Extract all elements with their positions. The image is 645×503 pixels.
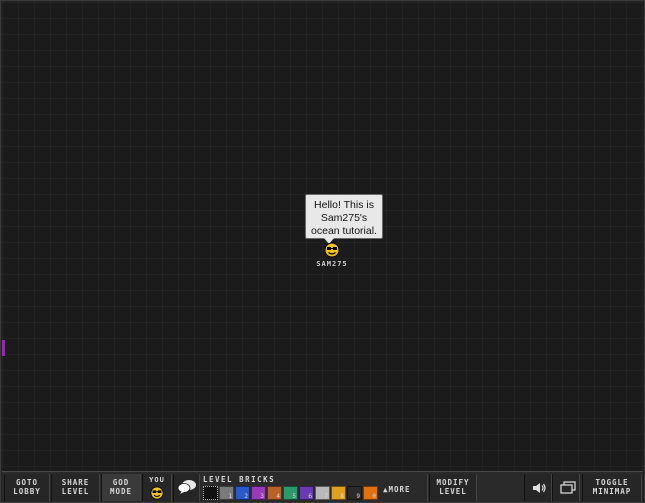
brick-slot-6[interactable]: 6 (299, 486, 314, 500)
god-mode-line1: GOD (112, 478, 130, 487)
goto-lobby-button[interactable]: GOTO LOBBY (4, 474, 50, 501)
chat-bubbles-icon (177, 480, 196, 494)
modify-level-line2: LEVEL (439, 487, 467, 496)
brick-slot-7[interactable]: 7 (315, 486, 330, 500)
level-bricks-label: LEVEL BRICKS (203, 475, 276, 484)
modify-level-line1: MODIFY (436, 478, 470, 487)
speech-line-3: ocean tutorial. (311, 225, 377, 237)
brick-hotkey-label: 4 (276, 493, 280, 500)
brick-hotkey-label: 5 (292, 493, 296, 500)
brick-hotkey-label: 7 (324, 493, 328, 500)
god-mode-line2: MODE (109, 487, 133, 496)
god-mode-button[interactable]: GOD MODE (101, 474, 141, 501)
player-name: SAM275 (316, 260, 348, 268)
brick-slot-4[interactable]: 4 (267, 486, 282, 500)
brick-hotkey-label: 0 (372, 493, 376, 500)
goto-lobby-line2: LOBBY (13, 487, 41, 496)
toggle-minimap-line2: MINIMAP (592, 487, 632, 496)
brick-hotkey-label: 2 (244, 493, 248, 500)
more-bricks-button[interactable]: ▲MORE (383, 485, 411, 494)
brick-slot-2[interactable]: 2 (235, 486, 250, 500)
toggle-minimap-button[interactable]: TOGGLE MINIMAP (582, 474, 642, 501)
level-area[interactable]: Hello! This is Sam275's ocean tutorial. … (2, 2, 643, 471)
brick-hotkey-label: 6 (308, 493, 312, 500)
edge-marker (2, 340, 5, 356)
fullscreen-toggle-button[interactable] (552, 474, 580, 501)
goto-lobby-line1: GOTO (15, 478, 39, 487)
share-level-line2: LEVEL (61, 487, 90, 496)
more-label: MORE (388, 485, 411, 494)
brick-hotkey-label: 3 (260, 493, 264, 500)
sound-toggle-button[interactable] (524, 474, 552, 501)
speech-line-2: Sam275's (320, 212, 368, 224)
window-icon (560, 481, 576, 494)
modify-level-button[interactable]: MODIFY LEVEL (429, 474, 477, 501)
toggle-minimap-line1: TOGGLE (595, 478, 629, 487)
brick-slot-3[interactable]: 3 (251, 486, 266, 500)
brick-slot-9[interactable]: 9 (347, 486, 362, 500)
toolbar: GOTO LOBBY SHARE LEVEL GOD MODE YOU LEVE… (2, 471, 643, 502)
game-view[interactable]: Hello! This is Sam275's ocean tutorial. … (0, 0, 645, 503)
share-level-button[interactable]: SHARE LEVEL (51, 474, 100, 501)
brick-slot-1[interactable]: 1 (219, 486, 234, 500)
you-label: YOU (149, 476, 165, 484)
smiley-selector-button[interactable]: YOU (142, 474, 172, 501)
brick-slot-8[interactable]: 8 (331, 486, 346, 500)
brick-slot-5[interactable]: 5 (283, 486, 298, 500)
speech-line-1: Hello! This is (314, 199, 374, 211)
brick-slot-0[interactable]: 0 (363, 486, 378, 500)
brick-hotkey-label: 9 (356, 493, 360, 500)
share-level-line1: SHARE (61, 478, 90, 487)
brick-hotkey-label: 1 (228, 493, 232, 500)
smiley-icon (150, 486, 164, 500)
level-bricks-panel: LEVEL BRICKS 1 2 3 4 5 6 7 8 9 0 ▲MORE (200, 474, 428, 501)
speech-bubble: Hello! This is Sam275's ocean tutorial. (305, 194, 383, 239)
speaker-icon (533, 483, 546, 493)
brick-hotkey-label: 8 (340, 493, 344, 500)
player-smiley-icon (324, 242, 340, 258)
brick-slot-empty[interactable] (203, 486, 218, 500)
chat-button[interactable] (173, 474, 200, 501)
